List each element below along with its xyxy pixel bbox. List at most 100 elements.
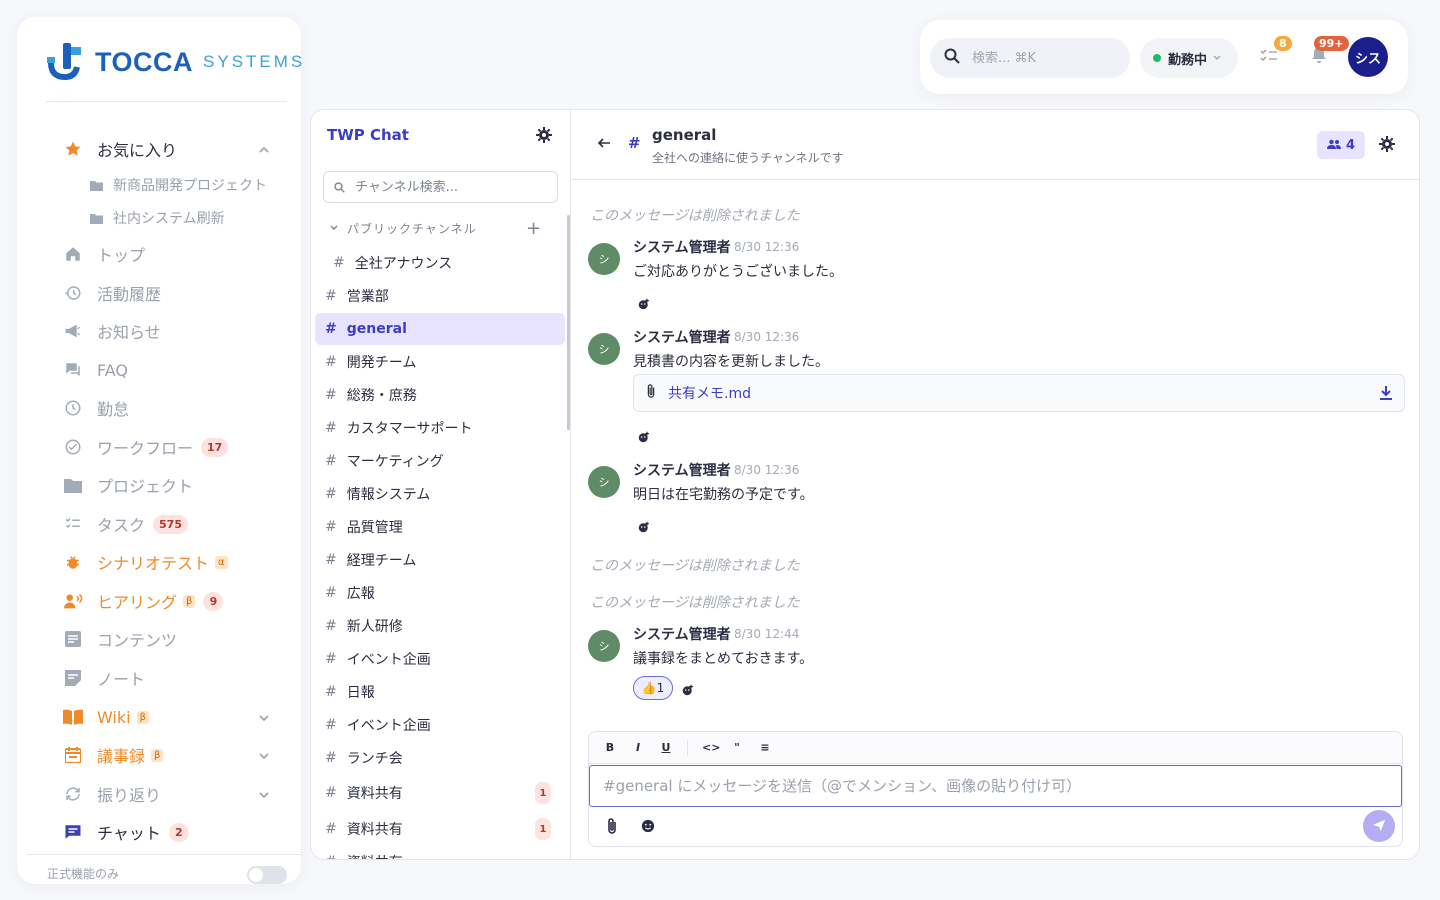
channel-item[interactable]: # 全社アナウンス <box>323 247 573 279</box>
sidebar-item-contents[interactable]: コンテンツ <box>63 624 281 654</box>
sidebar-item-label: コンテンツ <box>97 631 178 650</box>
channel-item[interactable]: # 資料共有 1 <box>315 813 565 845</box>
sidebar-item-chat[interactable]: チャット 2 <box>63 817 281 847</box>
message-author[interactable]: システム管理者 <box>633 327 731 347</box>
channel-item[interactable]: # 品質管理 <box>315 511 565 543</box>
message-composer: B I U <> " ≡ <box>588 731 1403 847</box>
avatar[interactable]: シ <box>588 466 620 498</box>
channel-item[interactable]: # マーケティング <box>315 445 565 477</box>
sidebar-item-news[interactable]: お知らせ <box>63 316 281 346</box>
channel-item[interactable]: # 資料共有 1 <box>315 777 565 809</box>
favorite-item[interactable]: 社内システム刷新 <box>89 203 281 233</box>
sidebar-item-project[interactable]: プロジェクト <box>63 470 281 500</box>
channel-item[interactable]: # 日報 <box>315 676 565 708</box>
quote-button[interactable]: " <box>730 741 744 754</box>
channel-item[interactable]: # 営業部 <box>315 280 565 312</box>
italic-button[interactable]: I <box>631 741 645 754</box>
sidebar-item-faq[interactable]: FAQ <box>63 355 281 385</box>
download-icon[interactable] <box>1380 386 1392 404</box>
message-author[interactable]: システム管理者 <box>633 237 731 257</box>
user-avatar[interactable]: シス <box>1348 37 1388 77</box>
count-badge: 9 <box>203 591 224 611</box>
paperclip-icon[interactable] <box>607 818 623 834</box>
members-button[interactable]: 4 <box>1317 131 1365 159</box>
sidebar-item-retro[interactable]: 振り返り <box>63 779 281 809</box>
sidebar-item-hearing[interactable]: ヒアリング β 9 <box>63 586 281 616</box>
channel-item[interactable]: # カスタマーサポート <box>315 412 565 444</box>
gear-icon[interactable] <box>536 127 552 143</box>
sidebar-item-history[interactable]: 活動履歴 <box>63 278 281 308</box>
emoji-icon[interactable] <box>641 818 657 834</box>
sidebar-item-wiki[interactable]: Wiki β <box>63 702 281 732</box>
file-attachment[interactable]: 共有メモ.md <box>633 374 1405 412</box>
sidebar-item-note[interactable]: ノート <box>63 663 281 693</box>
message-input[interactable] <box>603 777 1401 795</box>
channel-search[interactable] <box>323 171 558 203</box>
chevron-down-icon[interactable] <box>257 787 271 801</box>
channel-name: 新人研修 <box>346 619 403 635</box>
code-button[interactable]: <> <box>702 741 720 754</box>
tasks-button[interactable]: 8 <box>1254 36 1292 72</box>
notifications-button[interactable]: 99+ <box>1304 36 1349 72</box>
channel-item[interactable]: # ランチ会 <box>315 742 565 774</box>
message-editor[interactable] <box>589 765 1402 807</box>
add-reaction-icon[interactable] <box>638 428 654 444</box>
reaction-thumbs-up[interactable]: 👍1 <box>633 676 673 700</box>
chevron-down-icon[interactable] <box>257 748 271 762</box>
channel-item[interactable]: # 情報システム <box>315 478 565 510</box>
search-input[interactable] <box>972 50 1102 66</box>
avatar[interactable]: シ <box>588 243 620 275</box>
channel-item[interactable]: # 総務・庶務 <box>315 379 565 411</box>
divider <box>46 101 287 102</box>
channel-search-input[interactable] <box>355 179 545 195</box>
channel-item[interactable]: # イベント企画 <box>315 643 565 675</box>
folder-icon <box>89 211 103 225</box>
channel-item[interactable]: # イベント企画 <box>315 709 565 741</box>
avatar[interactable]: シ <box>588 630 620 662</box>
sidebar-item-label: ワークフロー <box>97 439 194 458</box>
chevron-up-icon[interactable] <box>257 142 271 156</box>
underline-button[interactable]: U <box>659 741 673 754</box>
official-only-toggle[interactable] <box>247 866 287 884</box>
channel-name: マーケティング <box>346 454 444 470</box>
work-status-dropdown[interactable]: 勤務中 <box>1140 38 1238 78</box>
message-author[interactable]: システム管理者 <box>633 624 731 644</box>
brand-logo[interactable]: TOCCA SYSTEMS <box>47 41 305 83</box>
favorite-label: 新商品開発プロジェクト <box>113 178 267 194</box>
channel-item[interactable]: # 経理チーム <box>315 544 565 576</box>
hash-icon: # <box>628 134 641 152</box>
hash-icon: # <box>333 255 345 271</box>
sidebar-item-minutes[interactable]: 議事録 β <box>63 740 281 770</box>
global-search[interactable] <box>930 38 1130 78</box>
add-reaction-icon[interactable] <box>638 295 654 311</box>
channel-item[interactable]: # 開発チーム <box>315 346 565 378</box>
back-arrow-icon[interactable] <box>596 135 612 151</box>
add-reaction-icon[interactable] <box>638 518 654 534</box>
avatar[interactable]: シ <box>588 333 620 365</box>
sidebar-item-scenario-test[interactable]: シナリオテスト α <box>63 547 281 577</box>
message-list[interactable]: このメッセージは削除されました シ システム管理者 8/30 12:36 ご対応… <box>572 181 1419 716</box>
send-button[interactable] <box>1363 810 1395 842</box>
sidebar-item-task[interactable]: タスク 575 <box>63 509 281 539</box>
channel-item[interactable]: # 広報 <box>315 577 565 609</box>
gear-icon[interactable] <box>1379 136 1395 152</box>
bold-button[interactable]: B <box>603 741 617 754</box>
add-reaction-icon[interactable] <box>682 681 698 697</box>
sidebar-item-attendance[interactable]: 勤怠 <box>63 393 281 423</box>
channel-scrollbar[interactable] <box>567 215 570 430</box>
chevron-down-icon[interactable] <box>257 710 271 724</box>
message-author[interactable]: システム管理者 <box>633 460 731 480</box>
channel-item[interactable]: # 資料共有 <box>315 846 565 859</box>
public-channels-section[interactable]: パブリックチャンネル <box>329 220 549 237</box>
sidebar-item-favorites[interactable]: お気に入り <box>63 134 281 164</box>
sidebar-item-workflow[interactable]: ワークフロー 17 <box>63 432 281 462</box>
channel-item[interactable]: # 新人研修 <box>315 610 565 642</box>
list-button[interactable]: ≡ <box>758 741 772 754</box>
bug-icon <box>63 552 83 572</box>
status-dot <box>1153 54 1161 62</box>
add-channel-button[interactable]: + <box>526 218 541 239</box>
channel-item-active[interactable]: # general <box>315 313 565 345</box>
attachment-name[interactable]: 共有メモ.md <box>668 383 751 403</box>
favorite-item[interactable]: 新商品開発プロジェクト <box>89 170 281 200</box>
sidebar-item-top[interactable]: トップ <box>63 239 281 269</box>
